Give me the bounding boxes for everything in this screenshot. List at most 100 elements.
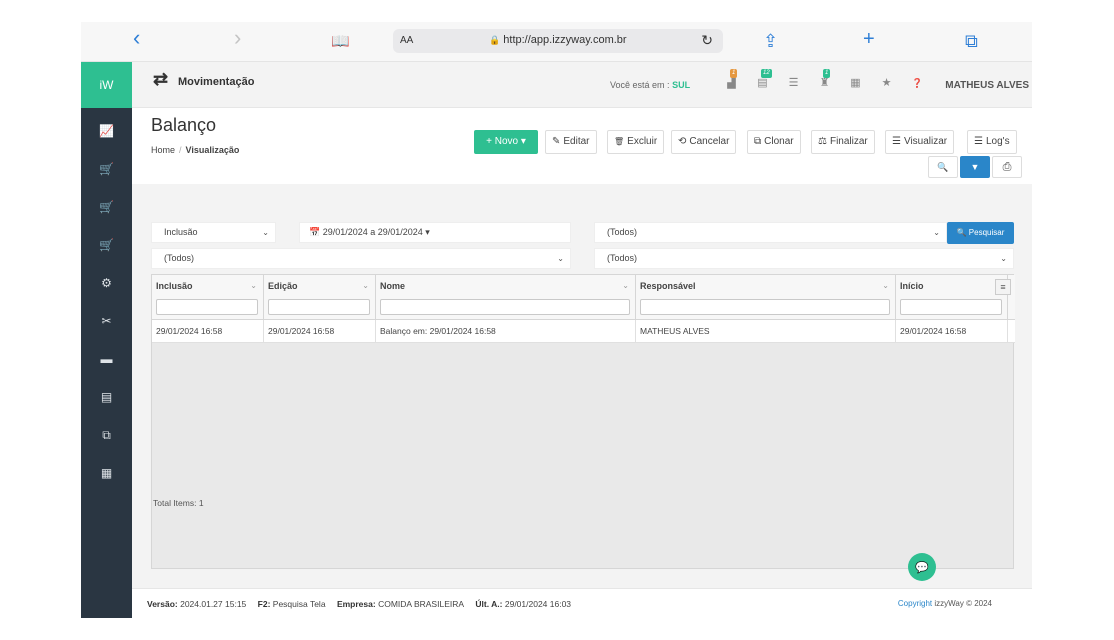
finish-label: Finalizar (829, 136, 868, 147)
column-nome[interactable]: Nome ⌄ (376, 275, 636, 320)
reload-icon[interactable]: ↻ (701, 32, 713, 49)
card-icon: ▬ (100, 352, 113, 366)
star-glyph: ★ (881, 77, 892, 89)
address-bar[interactable]: AA 🔒 http://app.izzyway.com.br ↻ (393, 29, 723, 53)
print-icon: ⎙ (1002, 161, 1012, 173)
print-button[interactable]: ⎙ (992, 156, 1022, 178)
copyright: Copyright izzyWay © 2024 (898, 599, 992, 608)
sidebar-item-reports[interactable]: 📈 (81, 112, 132, 150)
document-icon: ▦ (100, 466, 113, 480)
user-name[interactable]: MATHEUS ALVES (945, 80, 1029, 91)
chat-button[interactable]: 💬 (908, 553, 936, 581)
footer: Versão: 2024.01.27 15:15 F2: Pesquisa Te… (132, 588, 1032, 618)
browser-toolbar: ‹ › 📖 AA 🔒 http://app.izzyway.com.br ↻ ⇪… (81, 22, 1032, 62)
share-icon[interactable]: ⇪ (763, 31, 778, 51)
column-filter-input[interactable] (900, 299, 1002, 315)
edit-button[interactable]: ✎ Editar (545, 130, 597, 154)
module-title-text: Movimentação (178, 76, 255, 88)
column-inclusao[interactable]: Inclusão ⌄ (152, 275, 264, 320)
cancel-button[interactable]: ⟲ Cancelar (671, 130, 737, 154)
notifications-icon[interactable]: ♜ 1 (809, 69, 840, 89)
breadcrumb-home[interactable]: Home (151, 145, 175, 155)
column-edicao[interactable]: Edição ⌄ (264, 275, 376, 320)
forward-icon[interactable]: › (234, 27, 241, 49)
date-range-picker[interactable]: 📅 29/01/2024 a 29/01/2024 ▾ (299, 222, 571, 243)
app-window: ‹ › 📖 AA 🔒 http://app.izzyway.com.br ↻ ⇪… (81, 22, 1032, 618)
undo-icon: ⟲ (678, 136, 687, 147)
calendar-glyph: ▦ (850, 77, 861, 89)
sidebar-item-ledger[interactable]: ▤ (81, 378, 132, 416)
table-cell: 29/01/2024 16:58 (264, 320, 376, 343)
swap-icon: ⇄ (153, 69, 169, 89)
main-content: Balanço Home / Visualização + Novo ▾ ✎ Edit… (132, 108, 1032, 618)
app-logo[interactable]: iW (81, 62, 132, 108)
sidebar-item-finance[interactable]: ▬ (81, 340, 132, 378)
stats-icon[interactable]: ▟ 1 (716, 69, 747, 89)
copy-icon: ⧉ (102, 428, 111, 442)
chevron-down-icon: ⌄ (933, 228, 940, 237)
clone-icon: ⧉ (754, 136, 762, 147)
finish-button[interactable]: ⚖ Finalizar (811, 130, 875, 154)
column-label: Início (900, 281, 924, 291)
last-access-label: Últ. A.: (475, 599, 503, 609)
column-responsavel[interactable]: Responsável ⌄ (636, 275, 896, 320)
column-filter-input[interactable] (380, 299, 630, 315)
date-range-value: 📅 29/01/2024 a 29/01/2024 ▾ (309, 227, 430, 237)
version-label: Versão: (147, 599, 178, 609)
date-type-select[interactable]: Inclusão ⌄ (151, 222, 276, 243)
column-inicio[interactable]: Início (896, 275, 1008, 320)
new-button[interactable]: + Novo ▾ (474, 130, 538, 154)
view-button[interactable]: ☰ Visualizar (885, 130, 955, 154)
sidebar-item-sales[interactable]: 🛒 (81, 150, 132, 188)
list-icon: ☰ (892, 136, 901, 147)
messages-badge: 12 (761, 69, 772, 78)
new-tab-icon[interactable]: + (863, 29, 875, 49)
column-filter-input[interactable] (268, 299, 370, 315)
filter-button[interactable]: ▼ (960, 156, 990, 178)
sidebar-item-documents[interactable]: ▦ (81, 454, 132, 492)
messages-icon[interactable]: ▤ 12 (747, 69, 778, 89)
reader-aa-button[interactable]: AA (400, 35, 413, 46)
gears-icon: ⚙ (101, 276, 112, 290)
url-text: 🔒 http://app.izzyway.com.br (489, 34, 627, 46)
filter-select-1[interactable]: (Todos) ⌄ (594, 222, 947, 243)
column-label: Inclusão (156, 281, 193, 291)
back-icon[interactable]: ‹ (133, 27, 140, 49)
search-toggle-button[interactable]: 🔍 (928, 156, 958, 178)
sidebar-item-settings[interactable]: ⚙ (81, 264, 132, 302)
help-icon[interactable]: ❓ (902, 77, 933, 89)
logs-button[interactable]: ☰ Log's (967, 130, 1017, 154)
balance-icon: ⚖ (818, 136, 827, 147)
clone-label: Clonar (764, 136, 794, 147)
sidebar-item-purchases[interactable]: 🛒 (81, 188, 132, 226)
clone-button[interactable]: ⧉ Clonar (747, 130, 801, 154)
column-filter-input[interactable] (156, 299, 258, 315)
calendar-icon[interactable]: ▦ (840, 76, 871, 89)
sidebar-item-orders[interactable]: 🛒 (81, 226, 132, 264)
star-icon[interactable]: ★ (871, 76, 902, 89)
chevron-down-icon[interactable]: ⌄ (882, 281, 889, 290)
table-row[interactable]: 29/01/2024 16:58 29/01/2024 16:58 Balanç… (152, 320, 1015, 343)
column-label: Responsável (640, 281, 696, 291)
table-cell: 29/01/2024 16:58 (896, 320, 1008, 343)
chevron-down-icon[interactable]: ⌄ (250, 281, 257, 290)
column-filter-input[interactable] (640, 299, 890, 315)
chevron-down-icon[interactable]: ⌄ (622, 281, 629, 290)
sidebar-item-tools[interactable]: ✂ (81, 302, 132, 340)
filter-select-2[interactable]: (Todos) ⌄ (151, 248, 571, 269)
tabs-icon[interactable]: ⧉ (965, 31, 978, 51)
grid-menu-icon[interactable]: ≡ (995, 279, 1011, 295)
location-value[interactable]: SUL (672, 80, 690, 90)
filter-select-3[interactable]: (Todos) ⌄ (594, 248, 1014, 269)
delete-button[interactable]: 🗑 Excluir (607, 130, 665, 154)
bookmarks-icon[interactable]: 📖 (331, 32, 350, 52)
search-button[interactable]: 🔍 Pesquisar (947, 222, 1014, 244)
company-value: COMIDA BRASILEIRA (378, 599, 465, 609)
sidebar-item-copies[interactable]: ⧉ (81, 416, 132, 454)
list-icon[interactable]: ☰ (778, 76, 809, 89)
table-cell: 29/01/2024 16:58 (152, 320, 264, 343)
filter-select-2-value: (Todos) (164, 253, 195, 263)
copyright-value: izzyWay © 2024 (934, 599, 992, 608)
module-title: ⇄ Movimentação (153, 69, 255, 89)
chevron-down-icon[interactable]: ⌄ (362, 281, 369, 290)
